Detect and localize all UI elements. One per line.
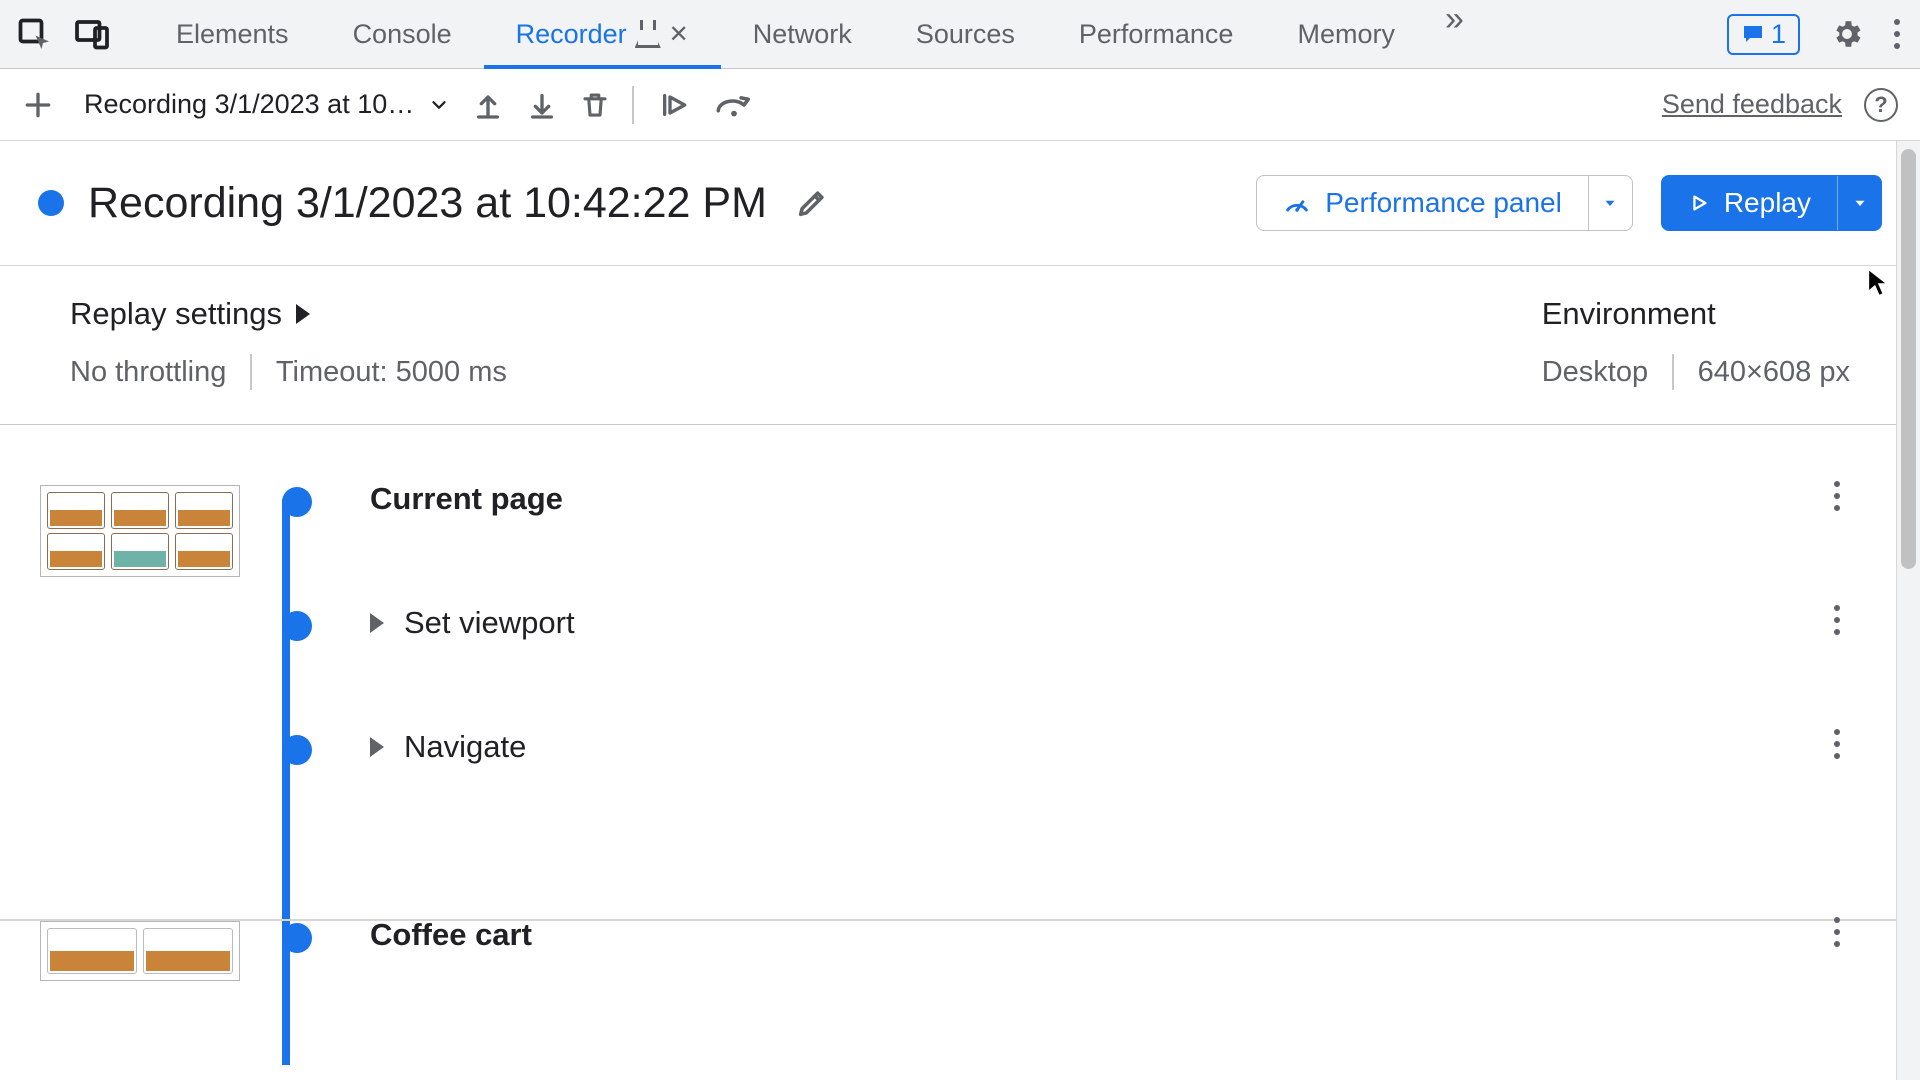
step-over-icon[interactable]	[714, 90, 754, 120]
step-coffee-cart[interactable]: Coffee cart	[40, 917, 1880, 1041]
recording-title: Recording 3/1/2023 at 10:42:22 PM	[88, 179, 767, 228]
issues-count: 1	[1771, 19, 1786, 50]
separator	[632, 86, 634, 124]
inspect-icon[interactable]	[16, 16, 52, 52]
tab-sources[interactable]: Sources	[884, 0, 1047, 68]
replay-slow-icon[interactable]	[656, 89, 692, 121]
tab-label: Elements	[176, 19, 289, 50]
help-icon[interactable]: ?	[1864, 88, 1898, 122]
tab-label: Memory	[1297, 19, 1395, 50]
chevron-right-icon	[370, 613, 384, 633]
mouse-cursor-icon	[1867, 268, 1889, 298]
step-menu-icon[interactable]	[1834, 605, 1840, 635]
recording-select[interactable]: Recording 3/1/2023 at 10…	[84, 89, 450, 120]
step-menu-icon[interactable]	[1834, 481, 1840, 511]
import-icon[interactable]	[472, 89, 504, 121]
timeout-value: Timeout: 5000 ms	[276, 356, 507, 389]
tab-label: Sources	[916, 19, 1015, 50]
recording-select-label: Recording 3/1/2023 at 10…	[84, 89, 414, 120]
delete-icon[interactable]	[580, 89, 610, 121]
separator	[1672, 354, 1674, 390]
kebab-icon[interactable]	[1894, 19, 1900, 49]
export-icon[interactable]	[526, 89, 558, 121]
step-label: Current page	[370, 481, 563, 517]
tab-recorder[interactable]: Recorder ✕	[484, 0, 721, 68]
issues-badge[interactable]: 1	[1727, 14, 1800, 55]
record-indicator-icon	[38, 190, 64, 216]
replay-button-label: Replay	[1724, 187, 1811, 219]
tab-elements[interactable]: Elements	[144, 0, 321, 68]
step-menu-icon[interactable]	[1834, 917, 1840, 947]
environment-label: Environment	[1542, 296, 1850, 332]
replay-settings-toggle[interactable]: Replay settings	[70, 296, 507, 332]
timeline-node-icon	[282, 923, 312, 953]
step-menu-icon[interactable]	[1834, 729, 1840, 759]
timeline-node-icon	[282, 487, 312, 517]
env-viewport: 640×608 px	[1698, 356, 1850, 389]
step-set-viewport[interactable]: Set viewport	[40, 605, 1880, 729]
tab-performance[interactable]: Performance	[1047, 0, 1266, 68]
perf-button-label: Performance panel	[1325, 187, 1562, 219]
new-recording-icon[interactable]	[22, 89, 54, 121]
step-thumbnail	[40, 485, 240, 577]
tab-label: Network	[753, 19, 852, 50]
env-device: Desktop	[1542, 356, 1648, 389]
tab-label: Recorder	[516, 19, 627, 50]
send-feedback-link[interactable]: Send feedback	[1662, 89, 1842, 120]
chevron-right-icon	[296, 304, 310, 324]
chevron-down-icon	[428, 94, 450, 116]
tab-memory[interactable]: Memory	[1265, 0, 1427, 68]
step-current-page[interactable]: Current page	[40, 481, 1880, 605]
gauge-icon	[1283, 189, 1311, 217]
vertical-scrollbar[interactable]	[1896, 141, 1920, 1080]
close-icon[interactable]: ✕	[669, 20, 689, 49]
device-toggle-icon[interactable]	[74, 16, 110, 52]
throttling-value: No throttling	[70, 356, 226, 389]
step-navigate[interactable]: Navigate	[40, 729, 1880, 853]
tab-network[interactable]: Network	[721, 0, 884, 68]
replay-button[interactable]: Replay	[1661, 175, 1882, 231]
separator	[250, 354, 252, 390]
step-label: Navigate	[404, 729, 526, 765]
perf-button-caret[interactable]	[1588, 176, 1632, 230]
scrollbar-thumb[interactable]	[1901, 149, 1916, 569]
replay-settings-label: Replay settings	[70, 296, 282, 332]
gear-icon[interactable]	[1830, 17, 1864, 51]
feedback-label: Send feedback	[1662, 89, 1842, 119]
pencil-icon[interactable]	[791, 186, 829, 220]
flask-icon	[637, 20, 659, 48]
tab-label: Performance	[1079, 19, 1234, 50]
tab-label: Console	[353, 19, 452, 50]
tab-console[interactable]: Console	[321, 0, 484, 68]
play-icon	[1688, 192, 1710, 214]
more-tabs-icon[interactable]: »	[1445, 0, 1454, 68]
step-thumbnail	[40, 921, 240, 981]
chevron-right-icon	[370, 737, 384, 757]
step-label: Set viewport	[404, 605, 575, 641]
step-label: Coffee cart	[370, 917, 532, 953]
timeline-node-icon	[282, 735, 312, 765]
performance-panel-button[interactable]: Performance panel	[1256, 175, 1633, 231]
replay-button-caret[interactable]	[1837, 176, 1881, 230]
message-icon	[1741, 22, 1765, 46]
timeline-node-icon	[282, 611, 312, 641]
